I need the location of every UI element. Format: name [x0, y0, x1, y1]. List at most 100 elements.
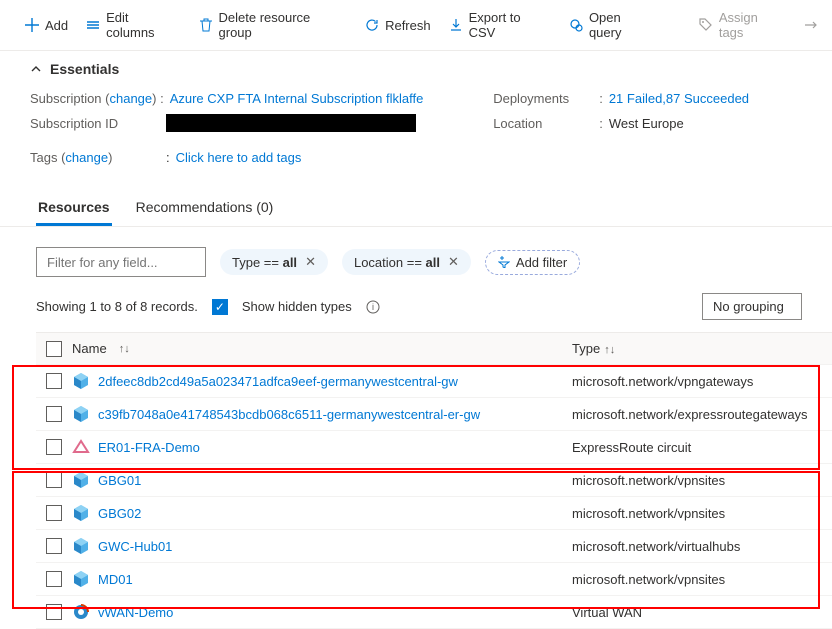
table-row: c39fb7048a0e41748543bcdb068c6511-germany… — [36, 398, 832, 431]
resource-icon — [72, 471, 90, 489]
open-query-label: Open query — [589, 10, 657, 40]
row-checkbox[interactable] — [46, 472, 62, 488]
tab-recommendations[interactable]: Recommendations (0) — [134, 191, 276, 226]
filter-input[interactable] — [36, 247, 206, 277]
export-csv-button[interactable]: Export to CSV — [449, 10, 551, 40]
add-filter-button[interactable]: Add filter — [485, 250, 580, 275]
row-checkbox[interactable] — [46, 538, 62, 554]
row-checkbox[interactable] — [46, 505, 62, 521]
assign-tags-label: Assign tags — [719, 10, 786, 40]
deployments-label: Deployments — [493, 91, 593, 106]
resource-name-link[interactable]: GBG02 — [98, 506, 141, 521]
edit-columns-button[interactable]: Edit columns — [86, 10, 180, 40]
col-name-header[interactable]: Name↑↓ — [72, 341, 572, 356]
chevron-up-icon — [30, 63, 42, 75]
svg-text:i: i — [372, 302, 374, 312]
delete-button[interactable]: Delete resource group — [199, 10, 348, 40]
table-row: ER01-FRA-Demo ExpressRoute circuit — [36, 431, 832, 464]
resource-icon — [72, 537, 90, 555]
refresh-icon — [365, 18, 379, 32]
subscription-id-value — [166, 114, 416, 132]
row-checkbox[interactable] — [46, 439, 62, 455]
chip-type[interactable]: Type == all ✕ — [220, 249, 328, 275]
resource-type: microsoft.network/vpnsites — [572, 473, 832, 488]
tags-label: Tags (change) — [30, 150, 160, 165]
table-row: 2dfeec8db2cd49a5a023471adfca9eef-germany… — [36, 365, 832, 398]
toolbar: Add Edit columns Delete resource group R… — [0, 0, 832, 51]
resource-icon — [72, 405, 90, 423]
row-checkbox[interactable] — [46, 604, 62, 620]
grouping-select[interactable]: No grouping — [702, 293, 802, 320]
table-row: MD01 microsoft.network/vpnsites — [36, 563, 832, 596]
resource-name-link[interactable]: 2dfeec8db2cd49a5a023471adfca9eef-germany… — [98, 374, 458, 389]
sort-icon: ↑↓ — [119, 343, 130, 355]
row-checkbox[interactable] — [46, 571, 62, 587]
open-query-button[interactable]: Open query — [569, 10, 657, 40]
table-row: GWC-Hub01microsoft.network/virtualhubs — [36, 530, 832, 563]
arrow-right-icon — [804, 18, 818, 32]
colon: : — [599, 91, 603, 106]
colon: : — [599, 116, 603, 131]
resource-icon — [72, 372, 90, 390]
filter-icon — [498, 256, 510, 268]
add-label: Add — [45, 18, 68, 33]
add-filter-label: Add filter — [516, 255, 567, 270]
close-icon[interactable]: ✕ — [305, 254, 316, 270]
query-icon — [569, 18, 583, 32]
subscription-name-link[interactable]: Azure CXP FTA Internal Subscription flkl… — [170, 91, 424, 106]
subscription-change-link[interactable]: change — [109, 91, 152, 106]
delete-label: Delete resource group — [219, 10, 348, 40]
tag-icon — [699, 18, 713, 32]
resource-type: microsoft.network/vpngateways — [572, 374, 832, 389]
deployments-value-link[interactable]: 21 Failed,87 Succeeded — [609, 91, 749, 106]
export-csv-label: Export to CSV — [469, 10, 551, 40]
location-value: West Europe — [609, 116, 684, 131]
select-all-checkbox[interactable] — [46, 341, 62, 357]
table-row: GBG01 microsoft.network/vpnsites — [36, 464, 832, 497]
row-checkbox[interactable] — [46, 373, 62, 389]
essentials-toggle[interactable]: Essentials — [0, 51, 832, 87]
refresh-label: Refresh — [385, 18, 431, 33]
table-row: GBG02 microsoft.network/vpnsites — [36, 497, 832, 530]
info-icon[interactable]: i — [366, 300, 380, 314]
assign-tags-button: Assign tags — [699, 10, 786, 40]
resource-name-link[interactable]: ER01-FRA-Demo — [98, 440, 200, 455]
show-hidden-checkbox[interactable] — [212, 299, 228, 315]
tags-change-link[interactable]: change — [65, 150, 108, 165]
tags-value-link[interactable]: Click here to add tags — [176, 150, 302, 165]
col-type-header[interactable]: Type↑↓ — [572, 341, 832, 356]
columns-icon — [86, 18, 100, 32]
edit-columns-label: Edit columns — [106, 10, 180, 40]
filter-bar: Type == all ✕ Location == all ✕ Add filt… — [0, 227, 832, 287]
chip-location[interactable]: Location == all ✕ — [342, 249, 471, 275]
resource-type: microsoft.network/vpnsites — [572, 506, 832, 521]
row-checkbox[interactable] — [46, 406, 62, 422]
table-row: vWAN-Demo Virtual WAN — [36, 596, 832, 629]
sort-icon: ↑↓ — [604, 344, 615, 356]
subscription-label: Subscription (change) : — [30, 91, 164, 106]
resource-name-link[interactable]: GWC-Hub01 — [98, 539, 172, 554]
download-icon — [449, 18, 463, 32]
resource-type: ExpressRoute circuit — [572, 440, 832, 455]
records-count: Showing 1 to 8 of 8 records. — [36, 299, 198, 314]
resource-type: Virtual WAN — [572, 605, 832, 620]
table-header: Name↑↓ Type↑↓ — [36, 332, 832, 365]
add-button[interactable]: Add — [25, 18, 68, 33]
resource-icon — [72, 603, 90, 621]
refresh-button[interactable]: Refresh — [365, 18, 431, 33]
resource-name-link[interactable]: c39fb7048a0e41748543bcdb068c6511-germany… — [98, 407, 480, 422]
trash-icon — [199, 18, 213, 32]
close-icon[interactable]: ✕ — [448, 254, 459, 270]
resource-name-link[interactable]: MD01 — [98, 572, 133, 587]
resource-name-link[interactable]: GBG01 — [98, 473, 141, 488]
resource-icon — [72, 438, 90, 456]
resource-type: microsoft.network/vpnsites — [572, 572, 832, 587]
tab-resources[interactable]: Resources — [36, 191, 112, 226]
plus-icon — [25, 18, 39, 32]
essentials-body: Subscription (change) : Azure CXP FTA In… — [0, 87, 832, 181]
resource-icon — [72, 570, 90, 588]
essentials-title: Essentials — [50, 61, 119, 77]
tabs: Resources Recommendations (0) — [0, 181, 832, 227]
resource-icon — [72, 504, 90, 522]
resource-name-link[interactable]: vWAN-Demo — [98, 605, 173, 620]
